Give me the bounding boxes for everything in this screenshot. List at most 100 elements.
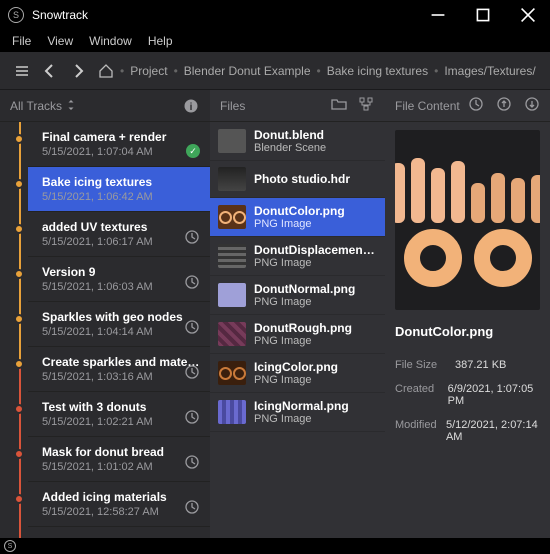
file-name: Photo studio.hdr — [254, 172, 350, 186]
track-item[interactable]: Mask for donut bread5/15/2021, 1:01:02 A… — [28, 437, 210, 482]
track-date: 5/15/2021, 1:06:42 AM — [42, 191, 200, 203]
folder-icon[interactable] — [331, 96, 347, 115]
commit-dot-icon — [14, 449, 24, 459]
file-item[interactable]: DonutColor.pngPNG Image — [210, 198, 385, 237]
home-icon[interactable] — [98, 62, 114, 80]
toolbar: • Project • Blender Donut Example • Bake… — [0, 52, 550, 90]
file-type: PNG Image — [254, 218, 345, 230]
track-title: Sparkles with geo nodes — [42, 310, 200, 324]
info-icon[interactable]: i — [182, 97, 200, 115]
nav-forward-icon[interactable] — [70, 62, 86, 80]
track-item[interactable]: Sparkles with geo nodes 5/15/2021, 1:04:1… — [28, 302, 210, 347]
track-date: 5/15/2021, 12:58:27 AM — [42, 506, 200, 518]
tracks-header: All Tracks i — [0, 90, 210, 122]
file-type: PNG Image — [254, 296, 355, 308]
file-type: PNG Image — [254, 335, 352, 347]
file-item[interactable]: DonutNormal.pngPNG Image — [210, 276, 385, 315]
check-badge-icon: ✓ — [186, 144, 200, 158]
menu-window[interactable]: Window — [83, 32, 138, 50]
track-item[interactable]: Added icing materials5/15/2021, 12:58:27… — [28, 482, 210, 527]
preview-image — [395, 130, 540, 310]
filecontent-header: File Content — [385, 90, 550, 122]
file-name: IcingColor.png — [254, 360, 338, 374]
track-item[interactable]: Create sparkles and materials 5/15/2021, … — [28, 347, 210, 392]
track-item[interactable]: Test with 3 donuts 5/15/2021, 1:02:21 AM — [28, 392, 210, 437]
history-badge-icon[interactable] — [184, 319, 200, 338]
tree-view-icon[interactable] — [359, 96, 375, 115]
tracks-header-label[interactable]: All Tracks — [10, 99, 75, 113]
file-item[interactable]: Donut.blendBlender Scene — [210, 122, 385, 161]
file-item[interactable]: Photo studio.hdr — [210, 161, 385, 198]
history-badge-icon[interactable] — [184, 499, 200, 518]
track-title: Test with 3 donuts — [42, 400, 200, 414]
meta-size-value: 387.21 KB — [455, 359, 506, 371]
track-title: Bake icing textures — [42, 175, 200, 189]
meta-modified-value: 5/12/2021, 2:07:14 AM — [446, 419, 540, 443]
track-title: Final camera + render — [42, 130, 200, 144]
track-date: 5/15/2021, 1:06:03 AM — [42, 281, 200, 293]
commit-dot-icon — [14, 404, 24, 414]
file-thumbnail — [218, 322, 246, 346]
file-item[interactable]: IcingNormal.pngPNG Image — [210, 393, 385, 432]
file-type: Blender Scene — [254, 142, 326, 154]
file-thumbnail — [218, 283, 246, 307]
file-item[interactable]: IcingColor.pngPNG Image — [210, 354, 385, 393]
file-name: Donut.blend — [254, 128, 326, 142]
history-badge-icon[interactable] — [184, 409, 200, 428]
track-item[interactable]: Final camera + render5/15/2021, 1:07:04 … — [28, 122, 210, 167]
track-item[interactable]: Version 9 5/15/2021, 1:06:03 AM — [28, 257, 210, 302]
track-date: 5/15/2021, 1:02:21 AM — [42, 416, 200, 428]
file-item[interactable]: DonutRough.pngPNG Image — [210, 315, 385, 354]
file-name: IcingNormal.png — [254, 399, 349, 413]
titlebar: S Snowtrack — [0, 0, 550, 30]
track-item[interactable]: added UV textures5/15/2021, 1:06:17 AM — [28, 212, 210, 257]
upload-icon[interactable] — [496, 96, 512, 115]
download-icon[interactable] — [524, 96, 540, 115]
commit-dot-icon — [14, 269, 24, 279]
breadcrumb-item[interactable]: Project — [130, 64, 167, 78]
track-title: Create sparkles and materials — [42, 355, 200, 369]
file-thumbnail — [218, 167, 246, 191]
history-badge-icon[interactable] — [184, 364, 200, 383]
file-type: PNG Image — [254, 257, 377, 269]
menu-toggle-icon[interactable] — [14, 62, 30, 80]
nav-back-icon[interactable] — [42, 62, 58, 80]
breadcrumb-item[interactable]: Bake icing textures — [327, 64, 428, 78]
menu-bar: File View Window Help — [0, 30, 550, 52]
preview-filename: DonutColor.png — [395, 324, 540, 339]
history-badge-icon[interactable] — [184, 229, 200, 248]
breadcrumb: • Project • Blender Donut Example • Bake… — [98, 62, 536, 80]
minimize-button[interactable] — [415, 0, 460, 30]
commit-dot-icon — [14, 494, 24, 504]
app-logo-icon: S — [8, 7, 24, 23]
track-date: 5/15/2021, 1:04:14 AM — [42, 326, 200, 338]
track-title: Version 9 — [42, 265, 200, 279]
file-name: DonutColor.png — [254, 204, 345, 218]
meta-created-value: 6/9/2021, 1:07:05 PM — [448, 383, 540, 407]
file-name: DonutNormal.png — [254, 282, 355, 296]
track-item[interactable]: Bake icing textures 5/15/2021, 1:06:42 AM — [28, 167, 210, 212]
meta-modified-label: Modified — [395, 419, 446, 443]
filecontent-header-label: File Content — [395, 99, 460, 113]
commit-dot-icon — [14, 224, 24, 234]
meta-created-label: Created — [395, 383, 448, 407]
history-icon[interactable] — [468, 96, 484, 115]
file-thumbnail — [218, 361, 246, 385]
menu-help[interactable]: Help — [142, 32, 179, 50]
breadcrumb-item[interactable]: Images/Textures/DonutColor.pn — [444, 64, 536, 78]
track-date: 5/15/2021, 1:01:02 AM — [42, 461, 200, 473]
maximize-button[interactable] — [460, 0, 505, 30]
commit-dot-icon — [14, 359, 24, 369]
menu-file[interactable]: File — [6, 32, 37, 50]
file-item[interactable]: DonutDisplacement.pngPNG Image — [210, 237, 385, 276]
history-badge-icon[interactable] — [184, 274, 200, 293]
commit-dot-icon — [14, 134, 24, 144]
file-name: DonutRough.png — [254, 321, 352, 335]
breadcrumb-item[interactable]: Blender Donut Example — [184, 64, 311, 78]
file-thumbnail — [218, 205, 246, 229]
menu-view[interactable]: View — [41, 32, 79, 50]
track-title: added UV textures — [42, 220, 200, 234]
history-badge-icon[interactable] — [184, 454, 200, 473]
track-date: 5/15/2021, 1:03:16 AM — [42, 371, 200, 383]
close-button[interactable] — [505, 0, 550, 30]
